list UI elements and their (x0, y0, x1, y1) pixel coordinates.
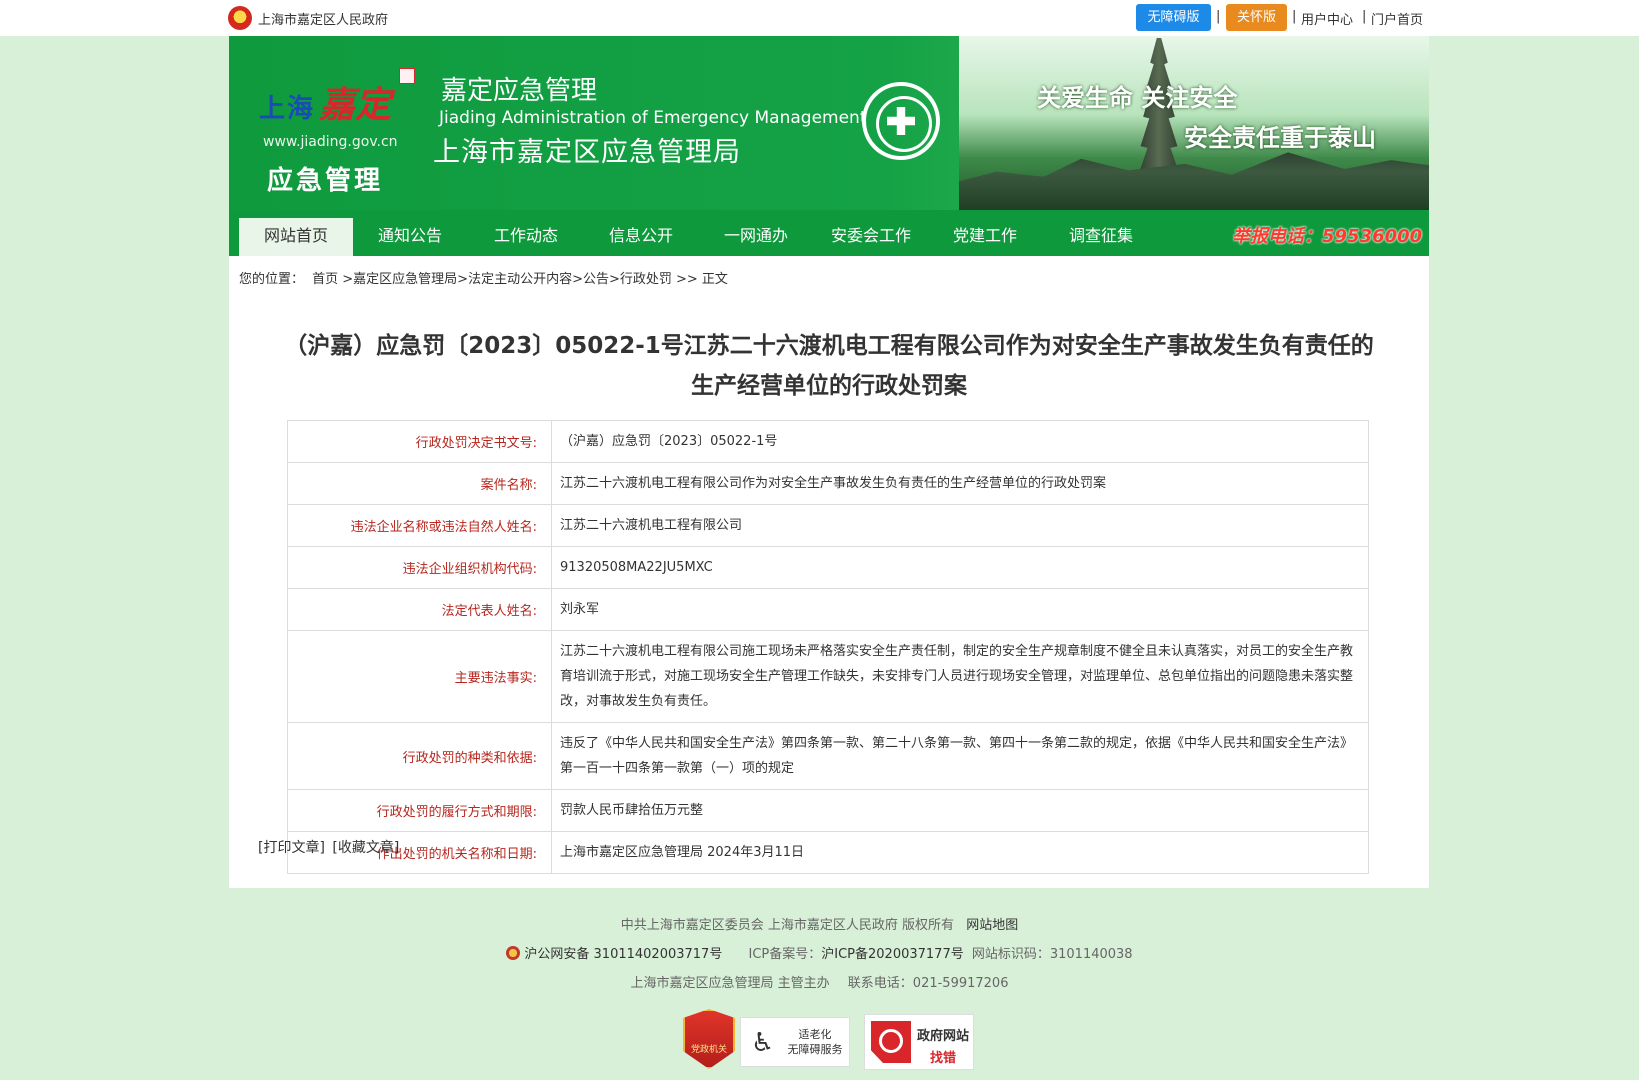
row-label: 行政处罚决定书文号: (287, 420, 552, 463)
nav-item-safety-committee[interactable]: 安委会工作 (814, 218, 928, 256)
national-emblem-icon (228, 6, 252, 30)
print-article-link[interactable]: [打印文章] (258, 840, 325, 856)
sitemap-link[interactable]: 网站地图 (966, 918, 1018, 933)
police-badge-icon (506, 946, 521, 960)
site-title-en: Jiading Administration of Emergency Mana… (439, 108, 867, 128)
elder-badge-line-2: 无障碍服务 (787, 1043, 843, 1056)
police-record-link[interactable]: 沪公网安备 31011402003717号 (524, 947, 722, 962)
slogan-line-2: 安全责任重于泰山 (1184, 123, 1376, 152)
row-value: 91320508MA22JU5MXC (551, 546, 1369, 589)
elder-badge-label: 适老化 无障碍服务 (783, 1027, 847, 1057)
logo-tagline: 应急管理 (267, 166, 384, 196)
gov-name-link[interactable]: 上海市嘉定区人民政府 (258, 9, 388, 28)
accessibility-icon: ♿ (751, 1028, 775, 1058)
penalty-info-table: 行政处罚决定书文号: （沪嘉）应急罚〔2023〕05022-1号 案件名称: 江… (287, 420, 1369, 874)
footer-copyright-line: 中共上海市嘉定区委员会 上海市嘉定区人民政府 版权所有 网站地图 (0, 914, 1639, 933)
user-center-link[interactable]: 用户中心 (1301, 9, 1353, 28)
logo-shanghai-text: 上海 (259, 94, 316, 124)
nav-item-survey[interactable]: 调查征集 (1044, 218, 1158, 256)
elder-badge-line-1: 适老化 (798, 1028, 832, 1041)
report-hotline: 举报电话：59536000 (1232, 226, 1423, 247)
logo-seal-icon (399, 68, 415, 84)
footer-phone: 联系电话：021-59917206 (847, 976, 1009, 991)
party-badge-label: 党政机关 (690, 1045, 727, 1055)
footer-host-line: 上海市嘉定区应急管理局 主管主办 联系电话：021-59917206 (0, 972, 1639, 991)
rooftops-image (959, 152, 1429, 210)
row-label: 行政处罚的履行方式和期限: (287, 789, 552, 832)
row-value: 江苏二十六渡机电工程有限公司作为对安全生产事故发生负有责任的生产经营单位的行政处… (551, 462, 1369, 505)
logo-jiading-text: 嘉定 (319, 84, 392, 126)
main-container: 上海 嘉定 www.jiading.gov.cn 应急管理 嘉定应急管理 Jia… (229, 36, 1429, 888)
article-title: （沪嘉）应急罚〔2023〕05022-1号江苏二十六渡机电工程有限公司作为对安全… (259, 326, 1399, 406)
breadcrumb-path[interactable]: 首页 >嘉定区应急管理局>法定主动公开内容>公告>行政处罚 >> 正文 (312, 272, 728, 287)
article-title-line-1: （沪嘉）应急罚〔2023〕05022-1号江苏二十六渡机电工程有限公司作为对安全… (284, 333, 1374, 359)
table-row: 行政处罚的种类和依据: 违反了《中华人民共和国安全生产法》第四条第一款、第二十八… (287, 722, 1369, 790)
row-value: 违反了《中华人民共和国安全生产法》第四条第一款、第二十八条第一款、第四十一条第二… (551, 722, 1369, 790)
article-title-line-2: 生产经营单位的行政处罚案 (691, 373, 967, 399)
separator: | (1362, 9, 1367, 24)
table-row: 行政处罚决定书文号: （沪嘉）应急罚〔2023〕05022-1号 (287, 420, 1369, 463)
footer-copyright: 中共上海市嘉定区委员会 上海市嘉定区人民政府 版权所有 (620, 918, 955, 933)
separator: | (1216, 9, 1221, 24)
site-title-full: 上海市嘉定区应急管理局 (433, 137, 741, 168)
row-value: （沪嘉）应急罚〔2023〕05022-1号 (551, 420, 1369, 463)
row-label: 法定代表人姓名: (287, 588, 552, 631)
top-bar: 上海市嘉定区人民政府 无障碍版 | 关怀版 | 用户中心 | 门户首页 (0, 0, 1639, 36)
breadcrumb: 您的位置： 首页 >嘉定区应急管理局>法定主动公开内容>公告>行政处罚 >> 正… (239, 268, 732, 287)
nav-item-notices[interactable]: 通知公告 (353, 218, 467, 256)
elder-friendly-badge[interactable]: ♿ 适老化 无障碍服务 (740, 1017, 850, 1067)
table-row: 违法企业名称或违法自然人姓名: 江苏二十六渡机电工程有限公司 (287, 504, 1369, 547)
row-value: 刘永军 (551, 588, 1369, 631)
row-label: 违法企业名称或违法自然人姓名: (287, 504, 552, 547)
table-row: 行政处罚的履行方式和期限: 罚款人民币肆拾伍万元整 (287, 789, 1369, 832)
error-badge-line-1: 政府网站 (916, 1029, 969, 1044)
safety-cross-icon (862, 82, 940, 160)
breadcrumb-prefix: 您的位置： (239, 272, 305, 287)
site-id: 网站标识码：3101140038 (971, 947, 1133, 962)
site-logo[interactable]: 上海 嘉定 www.jiading.gov.cn 应急管理 (247, 52, 417, 198)
row-value: 江苏二十六渡机电工程有限公司 (551, 504, 1369, 547)
slogan-line-1: 关爱生命 关注安全 (1037, 83, 1238, 112)
separator: | (1292, 9, 1297, 24)
favorite-article-link[interactable]: [收藏文章] (332, 840, 399, 856)
row-value: 罚款人民币肆拾伍万元整 (551, 789, 1369, 832)
footer-host: 上海市嘉定区应急管理局 主管主办 (630, 976, 830, 991)
table-row: 违法企业组织机构代码: 91320508MA22JU5MXC (287, 546, 1369, 589)
table-row: 法定代表人姓名: 刘永军 (287, 588, 1369, 631)
table-row: 主要违法事实: 江苏二十六渡机电工程有限公司施工现场未严格落实安全生产责任制，制… (287, 630, 1369, 723)
magnifier-icon (871, 1021, 911, 1063)
footer-record-line: 沪公网安备 31011402003717号 ICP备案号：沪ICP备202003… (0, 943, 1639, 962)
article-actions: [打印文章] [收藏文章] (258, 837, 402, 857)
main-nav: 网站首页 通知公告 工作动态 信息公开 一网通办 安委会工作 党建工作 调查征集… (229, 210, 1429, 256)
site-banner: 上海 嘉定 www.jiading.gov.cn 应急管理 嘉定应急管理 Jia… (229, 36, 1429, 210)
table-row: 案件名称: 江苏二十六渡机电工程有限公司作为对安全生产事故发生负有责任的生产经营… (287, 462, 1369, 505)
error-badge-line-2: 找错 (929, 1051, 956, 1066)
nav-item-party-building[interactable]: 党建工作 (928, 218, 1042, 256)
accessible-version-button[interactable]: 无障碍版 (1136, 4, 1211, 31)
row-value: 上海市嘉定区应急管理局 2024年3月11日 (551, 831, 1369, 874)
gov-site-error-badge[interactable]: 政府网站 找错 (864, 1014, 974, 1070)
portal-home-link[interactable]: 门户首页 (1371, 9, 1423, 28)
icp-label: ICP备案号： (748, 947, 822, 962)
nav-item-home[interactable]: 网站首页 (239, 218, 353, 256)
icp-record-link[interactable]: 沪ICP备2020037177号 (821, 947, 963, 962)
logo-url: www.jiading.gov.cn (263, 134, 398, 150)
nav-item-one-stop-service[interactable]: 一网通办 (699, 218, 813, 256)
nav-item-info-disclosure[interactable]: 信息公开 (584, 218, 698, 256)
row-label: 违法企业组织机构代码: (287, 546, 552, 589)
nav-item-work-news[interactable]: 工作动态 (469, 218, 583, 256)
row-label: 行政处罚的种类和依据: (287, 722, 552, 790)
site-title-cn: 嘉定应急管理 (441, 76, 598, 106)
care-version-button[interactable]: 关怀版 (1226, 4, 1287, 31)
row-value: 江苏二十六渡机电工程有限公司施工现场未严格落实安全生产责任制，制定的安全生产规章… (551, 630, 1369, 723)
table-row: 作出处罚的机关名称和日期: 上海市嘉定区应急管理局 2024年3月11日 (287, 831, 1369, 874)
row-label: 案件名称: (287, 462, 552, 505)
row-label: 主要违法事实: (287, 630, 552, 723)
